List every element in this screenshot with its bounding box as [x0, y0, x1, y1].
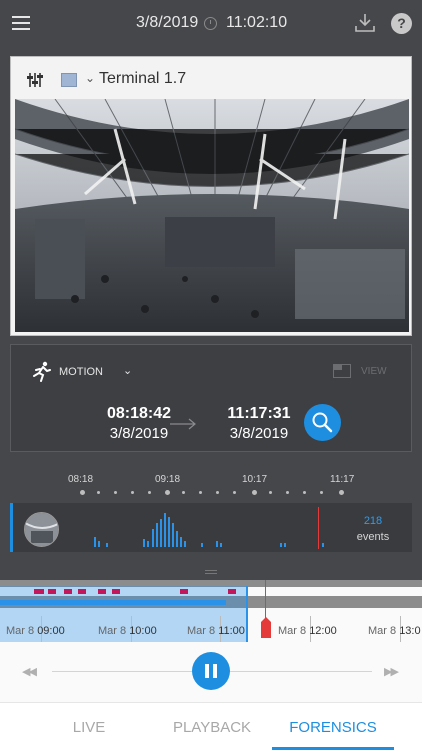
tick-label: 08:18	[68, 474, 94, 485]
timeline-label: Mar 8 12:00	[278, 625, 337, 637]
timeline-label: Mar 8 13:0	[368, 625, 421, 637]
timeline-selection-bar	[0, 600, 226, 605]
clock-icon	[204, 17, 217, 30]
top-bar: 3/8/2019 11:02:10 ?	[0, 0, 422, 50]
drag-handle[interactable]	[205, 570, 217, 574]
adjust-icon[interactable]	[25, 71, 45, 89]
chevron-down-icon[interactable]: ⌄	[123, 364, 132, 377]
search-button[interactable]	[304, 404, 341, 441]
header-date[interactable]: 3/8/2019	[136, 14, 198, 32]
event-histogram	[94, 507, 324, 549]
recording-mark	[34, 589, 44, 594]
events-label: events	[356, 531, 390, 543]
tick-label: 11:17	[330, 474, 355, 485]
chevron-down-icon[interactable]: ⌄	[85, 71, 95, 85]
tab-bar: LIVE PLAYBACK FORENSICS	[0, 702, 422, 750]
timeline-label: Mar 8 11:00	[187, 625, 245, 637]
view-button[interactable]: VIEW	[361, 366, 387, 377]
end-time[interactable]: 11:17:31	[209, 405, 309, 423]
view-icon	[333, 364, 351, 378]
timeline-label: Mar 8 09:00	[6, 625, 65, 637]
timeline[interactable]: Mar 8 09:00 Mar 8 10:00 Mar 8 11:00 Mar …	[0, 580, 422, 642]
camera-header: ⌄ Terminal 1.7	[11, 57, 411, 99]
fast-forward-icon[interactable]: ▶▶	[384, 665, 399, 678]
pause-button[interactable]	[192, 652, 230, 690]
camera-color-swatch	[61, 73, 77, 87]
pause-icon	[213, 664, 217, 678]
recording-mark	[78, 589, 86, 594]
help-icon[interactable]: ?	[391, 13, 412, 34]
motion-search-card: MOTION ⌄ VIEW 08:18:42 3/8/2019 11:17:31…	[10, 344, 412, 452]
player-controls: ◀◀ ▶▶	[0, 642, 422, 702]
camera-name[interactable]: Terminal 1.7	[99, 70, 186, 88]
tab-playback[interactable]: PLAYBACK	[160, 719, 264, 736]
motion-filter-label[interactable]: MOTION	[59, 366, 103, 378]
end-date[interactable]: 3/8/2019	[209, 425, 309, 442]
search-icon	[312, 412, 333, 433]
playhead-handle[interactable]	[261, 617, 271, 638]
header-time[interactable]: 11:02:10	[226, 14, 287, 32]
event-strip[interactable]: 218 events	[10, 503, 412, 552]
recording-mark	[64, 589, 72, 594]
hamburger-menu-icon[interactable]	[12, 16, 30, 30]
arrow-right-icon	[169, 417, 197, 430]
camera-card: ⌄ Terminal 1.7	[10, 56, 412, 336]
camera-feed-image[interactable]	[15, 99, 409, 332]
pause-icon	[205, 664, 209, 678]
tab-live[interactable]: LIVE	[48, 719, 130, 736]
recording-mark	[98, 589, 106, 594]
events-count: 218	[363, 515, 383, 527]
tick-label: 09:18	[155, 474, 181, 485]
tick-label: 10:17	[242, 474, 268, 485]
recording-mark	[180, 589, 188, 594]
recording-mark	[228, 589, 236, 594]
recording-mark	[112, 589, 120, 594]
timeline-label: Mar 8 10:00	[98, 625, 157, 637]
event-tick-dots	[80, 489, 346, 497]
rewind-icon[interactable]: ◀◀	[22, 665, 37, 678]
running-person-icon	[31, 361, 53, 383]
recording-mark	[48, 589, 56, 594]
download-icon[interactable]	[354, 12, 376, 34]
tab-forensics[interactable]: FORENSICS	[272, 719, 394, 736]
event-thumbnail[interactable]	[24, 512, 59, 547]
